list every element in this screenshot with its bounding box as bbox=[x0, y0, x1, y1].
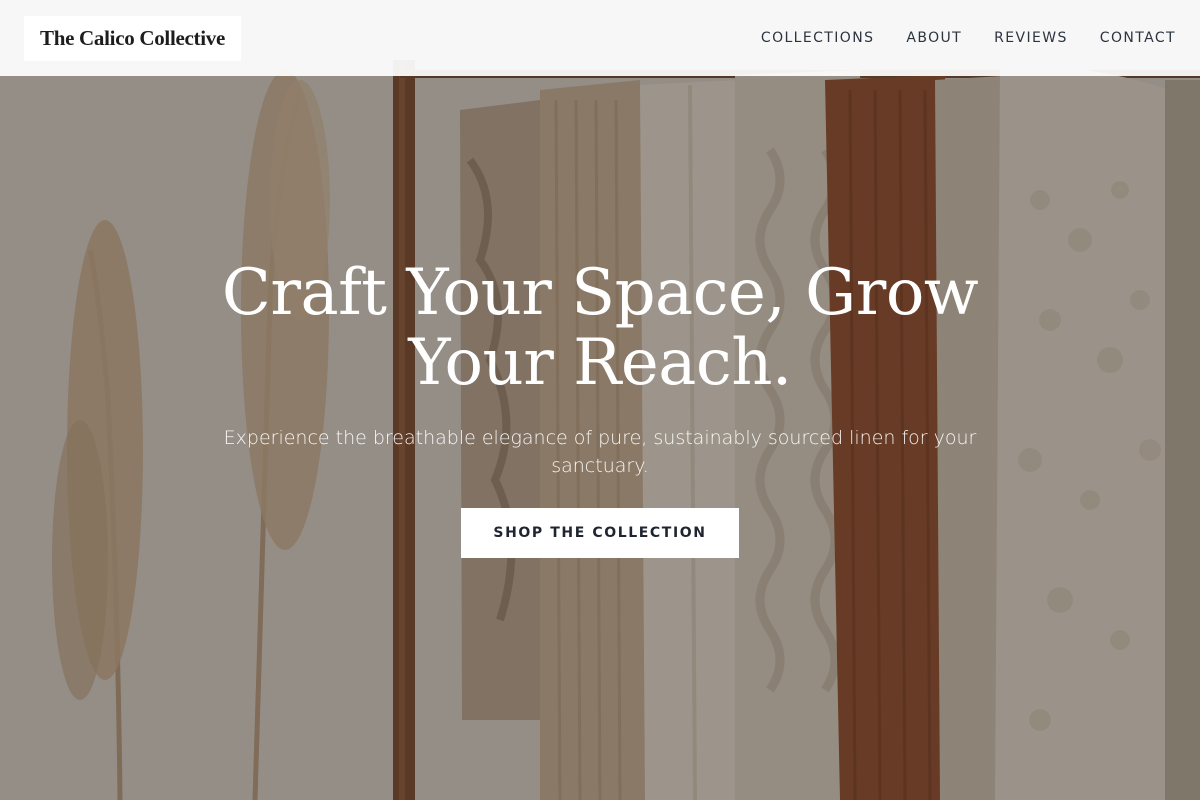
main-nav: COLLECTIONS ABOUT REVIEWS CONTACT bbox=[729, 30, 1176, 46]
nav-link-contact[interactable]: CONTACT bbox=[1100, 30, 1176, 46]
brand-name[interactable]: The Calico Collective bbox=[40, 26, 225, 51]
hero-section: Craft Your Space, Grow Your Reach. Exper… bbox=[0, 258, 1200, 558]
nav-link-collections[interactable]: COLLECTIONS bbox=[761, 30, 874, 46]
logo[interactable]: The Calico Collective bbox=[24, 15, 241, 61]
hero-subtitle: Experience the breathable elegance of pu… bbox=[223, 427, 977, 477]
shop-collection-button[interactable]: SHOP THE COLLECTION bbox=[461, 508, 739, 558]
nav-link-reviews[interactable]: REVIEWS bbox=[994, 30, 1068, 46]
nav-link-about[interactable]: ABOUT bbox=[906, 30, 962, 46]
site-header: The Calico Collective COLLECTIONS ABOUT … bbox=[0, 0, 1200, 76]
hero-title: Craft Your Space, Grow Your Reach. bbox=[221, 256, 979, 400]
